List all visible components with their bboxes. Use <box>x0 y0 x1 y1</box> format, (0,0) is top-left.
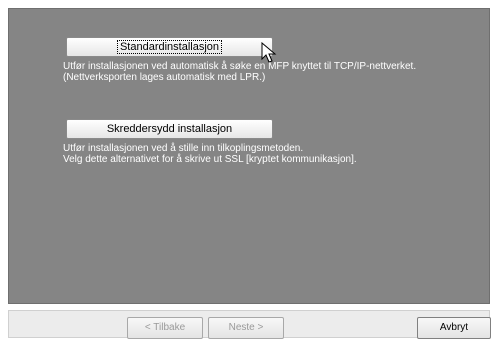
standard-installation-description: Utfør installasjonen ved automatisk å sø… <box>63 61 416 83</box>
custom-installation-button[interactable]: Skreddersydd installasjon <box>66 119 273 139</box>
standard-description-line-2: (Nettverksporten lages automatisk med LP… <box>63 72 266 83</box>
installation-options-panel: Standardinstallasjon Utfør installasjone… <box>8 8 490 304</box>
standard-installation-button[interactable]: Standardinstallasjon <box>66 37 273 57</box>
installer-window: Standardinstallasjon Utfør installasjone… <box>0 0 497 344</box>
back-button[interactable]: < Tilbake <box>127 317 203 339</box>
mouse-pointer-icon <box>261 42 277 63</box>
cancel-button[interactable]: Avbryt <box>417 317 491 339</box>
standard-installation-label: Standardinstallasjon <box>116 40 223 54</box>
wizard-footer: < Tilbake Neste > Avbryt <box>8 310 491 339</box>
custom-description-line-2: Velg dette alternativet for å skrive ut … <box>63 154 357 165</box>
custom-installation-description: Utfør installasjonen ved å stille inn ti… <box>63 143 357 165</box>
standard-description-line-1: Utfør installasjonen ved automatisk å sø… <box>63 61 417 72</box>
custom-installation-label: Skreddersydd installasjon <box>106 123 233 135</box>
custom-description-line-1: Utfør installasjonen ved å stille inn ti… <box>63 143 304 154</box>
next-button[interactable]: Neste > <box>208 317 284 339</box>
